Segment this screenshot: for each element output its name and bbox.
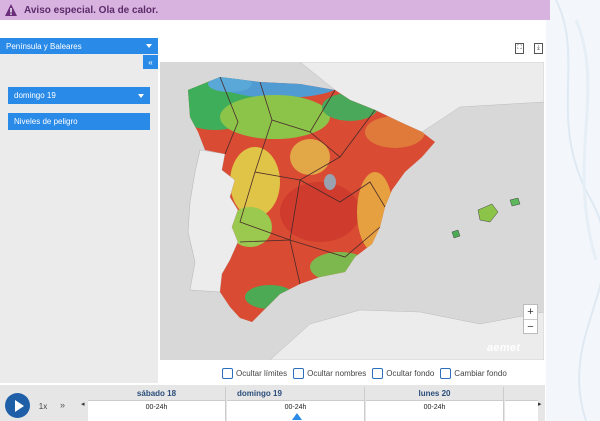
day-hours: 00-24h bbox=[88, 400, 225, 421]
collapse-panel-button[interactable]: « bbox=[143, 55, 158, 69]
current-time-marker-icon[interactable] bbox=[292, 413, 302, 420]
danger-levels-button[interactable]: Niveles de peligro bbox=[8, 113, 150, 130]
double-chevron-left-icon: « bbox=[148, 57, 153, 67]
hide-names-label: Ocultar nombres bbox=[307, 368, 367, 378]
timeline-day[interactable]: martes bbox=[505, 387, 538, 421]
fast-forward-button[interactable]: » bbox=[60, 400, 74, 412]
hide-names-checkbox[interactable]: Ocultar nombres bbox=[293, 367, 367, 379]
download-icon[interactable]: ⤓ bbox=[534, 43, 543, 54]
play-button[interactable] bbox=[5, 393, 30, 418]
day-select[interactable]: domingo 19 bbox=[8, 87, 150, 104]
hide-background-label: Ocultar fondo bbox=[386, 368, 435, 378]
change-background-label: Cambiar fondo bbox=[454, 368, 507, 378]
expand-icon[interactable]: ⛶ bbox=[515, 43, 524, 54]
alert-banner: Aviso especial. Ola de calor. bbox=[0, 0, 550, 20]
change-background-checkbox[interactable]: Cambiar fondo bbox=[440, 367, 507, 379]
day-name: martes bbox=[505, 387, 538, 400]
warning-triangle-icon bbox=[5, 4, 17, 16]
chevron-down-icon bbox=[146, 44, 152, 48]
background-decoration bbox=[546, 0, 600, 421]
region-select-label: Península y Baleares bbox=[6, 41, 82, 51]
timeline-day[interactable]: sábado 18 00-24h bbox=[88, 387, 226, 421]
hide-background-checkbox[interactable]: Ocultar fondo bbox=[372, 367, 435, 379]
map-canvas bbox=[187, 62, 544, 360]
zoom-out-button[interactable]: − bbox=[524, 320, 537, 334]
checkbox-icon bbox=[222, 367, 233, 379]
day-name: domingo 19 bbox=[227, 387, 364, 400]
timeline-right-arrow-icon[interactable]: ▸ bbox=[538, 400, 542, 408]
hide-limits-label: Ocultar límites bbox=[236, 368, 288, 378]
zoom-in-button[interactable]: + bbox=[524, 305, 537, 320]
day-hours bbox=[505, 400, 538, 421]
day-select-label: domingo 19 bbox=[14, 91, 56, 100]
timeline-days: sábado 18 00-24h domingo 19 00-24h lunes… bbox=[88, 387, 538, 421]
alert-text: Aviso especial. Ola de calor. bbox=[24, 4, 159, 16]
aemet-logo: aemet bbox=[487, 342, 521, 354]
day-name: lunes 20 bbox=[366, 387, 503, 400]
timeline-left-arrow-icon[interactable]: ◂ bbox=[81, 400, 85, 408]
hide-limits-checkbox[interactable]: Ocultar límites bbox=[222, 367, 288, 379]
heat-map[interactable] bbox=[160, 62, 544, 360]
checkbox-icon bbox=[293, 367, 305, 379]
zoom-control: + − bbox=[523, 304, 538, 334]
day-name: sábado 18 bbox=[88, 387, 225, 400]
speed-button[interactable]: 1x bbox=[34, 400, 52, 412]
timeline-day[interactable]: lunes 20 00-24h bbox=[366, 387, 504, 421]
region-select[interactable]: Península y Baleares bbox=[0, 38, 158, 54]
map-options: Ocultar límites Ocultar nombres Ocultar … bbox=[222, 366, 513, 380]
day-hours: 00-24h bbox=[366, 400, 503, 421]
checkbox-icon bbox=[440, 367, 452, 379]
danger-levels-label: Niveles de peligro bbox=[14, 117, 78, 126]
checkbox-icon bbox=[372, 367, 384, 379]
chevron-down-icon bbox=[138, 93, 144, 98]
